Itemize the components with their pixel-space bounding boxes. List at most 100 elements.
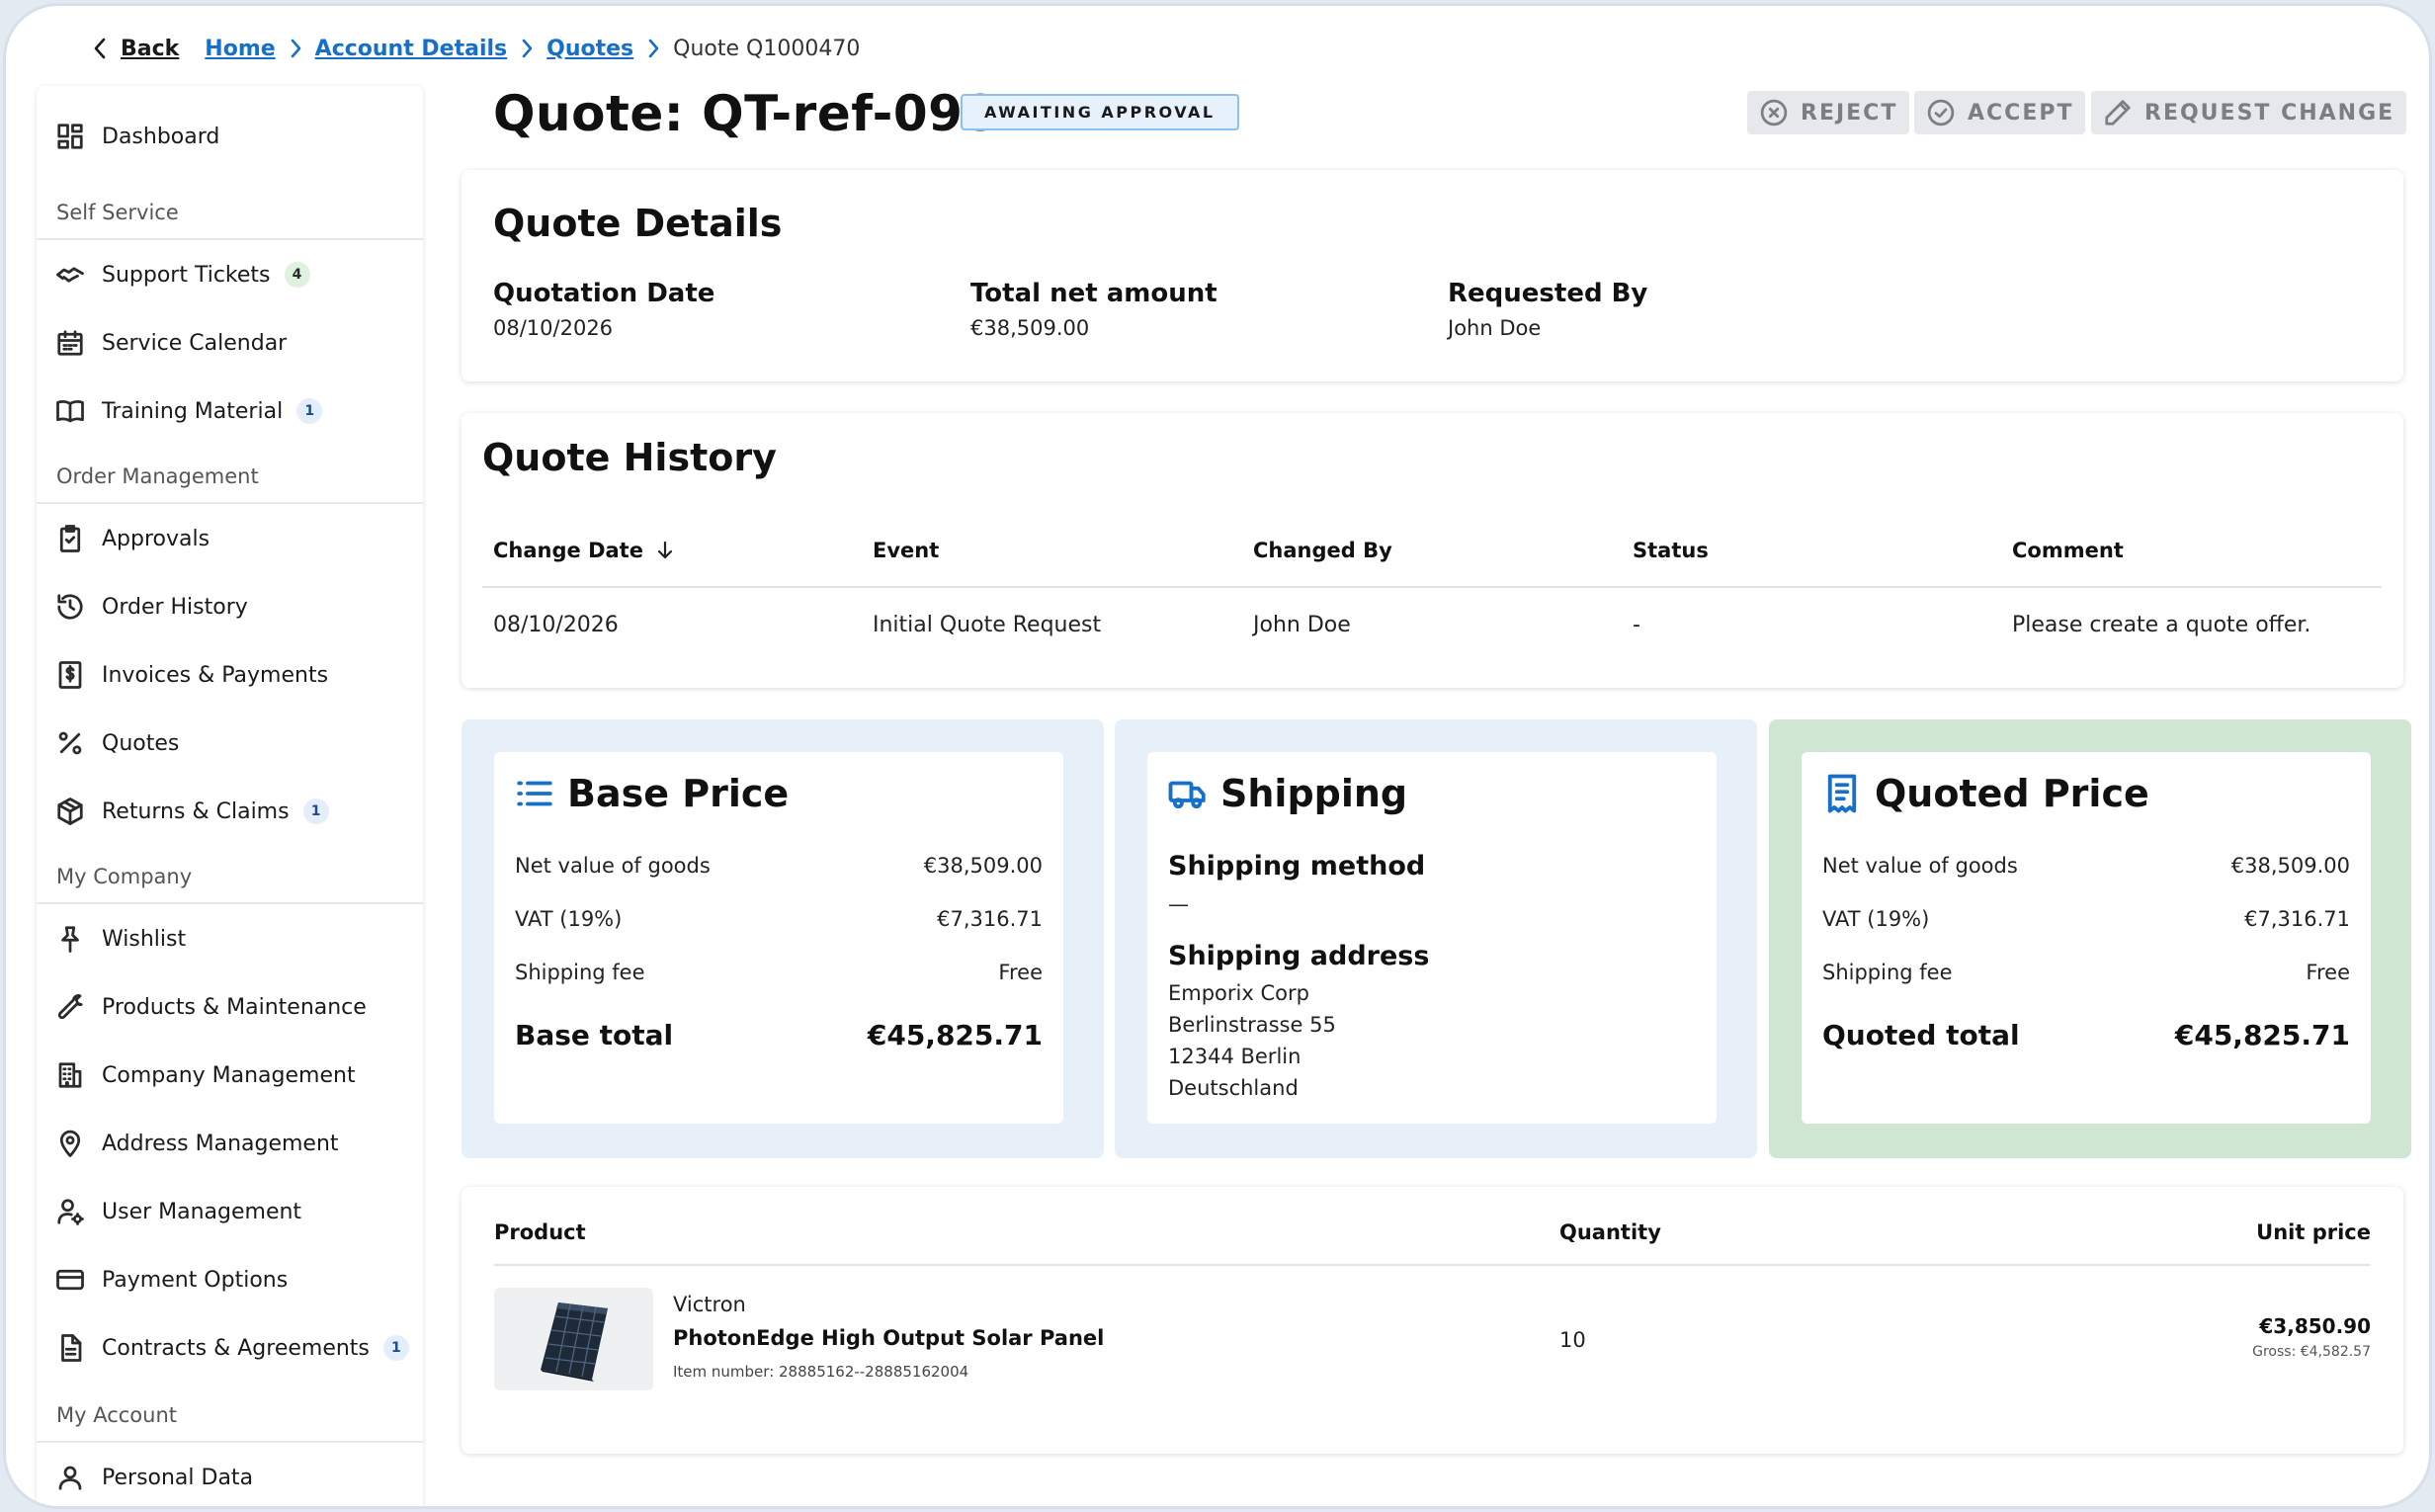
receipt-icon [1827,774,1857,813]
truck-icon [1168,781,1206,809]
credit-card-icon [54,1264,86,1296]
sidebar-item-label: Invoices & Payments [102,662,329,688]
percent-icon [54,727,86,759]
sidebar-item-quotes[interactable]: Quotes [37,715,423,771]
reject-button[interactable]: REJECT [1747,91,1910,134]
field-label: Requested By [1448,279,1648,308]
row-value: Free [998,961,1043,984]
heading-label: Quoted Price [1875,772,2149,815]
field-value: €38,509.00 [970,316,1090,340]
sidebar-item-products-maintenance[interactable]: Products & Maintenance [37,979,423,1035]
count-badge: 1 [302,798,329,824]
product-unit-price: €3,850.90 [2259,1314,2371,1338]
breadcrumb-home[interactable]: Home [205,37,275,61]
column-header-unit-price: Unit price [2256,1220,2371,1244]
sidebar-item-label: Training Material [102,398,284,424]
heading-label: Shipping [1220,772,1408,815]
cell-change-date: 08/10/2026 [493,613,619,637]
sidebar-item-label: Wishlist [102,926,187,952]
request-change-label: REQUEST CHANGE [2144,100,2395,126]
invoice-dollar-icon [54,659,86,691]
product-image[interactable] [494,1288,653,1390]
product-name[interactable]: PhotonEdge High Output Solar Panel [673,1326,1104,1350]
x-circle-icon [1760,99,1788,126]
heading-label: Base Price [567,772,790,815]
shipping-method-label: Shipping method [1168,851,1426,882]
chevron-right-icon [290,39,301,58]
sort-arrow-down-icon [657,541,673,559]
count-badge: 1 [382,1335,409,1361]
count-badge: 4 [284,262,310,288]
sidebar-item-returns-claims[interactable]: Returns & Claims 1 [37,784,423,839]
dashboard-icon [54,121,86,152]
sidebar-item-user-management[interactable]: User Management [37,1184,423,1239]
net-value-row: Net value of goods €38,509.00 [515,854,1043,878]
row-value: Free [2306,961,2350,984]
breadcrumb: Back Home Account Details Quotes Quote Q… [93,33,860,64]
row-label: Base total [515,1019,674,1051]
sidebar-item-label: Service Calendar [102,330,288,356]
shipping-method-value: — [1168,892,1189,916]
product-brand: Victron [673,1293,746,1316]
sidebar-item-label: Payment Options [102,1267,289,1293]
row-value: €45,825.71 [867,1019,1043,1051]
package-return-icon [54,796,86,827]
total-net-field: Total net amount €38,509.00 [970,279,1218,340]
quoted-price-card: Quoted Price Net value of goods €38,509.0… [1802,752,2371,1124]
sidebar-item-label: Dashboard [102,124,220,149]
map-pin-icon [54,1128,86,1159]
count-badge: 1 [296,398,323,424]
sidebar-item-invoices-payments[interactable]: Invoices & Payments [37,647,423,703]
sidebar-item-training-material[interactable]: Training Material 1 [37,383,423,439]
sidebar-item-personal-data[interactable]: Personal Data [37,1450,423,1505]
sidebar-item-dashboard[interactable]: Dashboard [37,109,423,164]
field-value: John Doe [1448,316,1542,340]
user-cog-icon [54,1196,86,1227]
base-price-card: Base Price Net value of goods €38,509.00 … [494,752,1063,1124]
request-change-button[interactable]: REQUEST CHANGE [2091,91,2407,134]
reject-label: REJECT [1801,100,1898,126]
sidebar-item-approvals[interactable]: Approvals [37,511,423,566]
table-divider [494,1264,2371,1266]
section-order-management: Order Management [37,461,423,504]
shipping-panel: Shipping Shipping method — Shipping addr… [1115,719,1757,1158]
sidebar-item-service-calendar[interactable]: Service Calendar [37,315,423,371]
sidebar-item-contracts-agreements[interactable]: Contracts & Agreements 1 [37,1320,423,1376]
cell-event: Initial Quote Request [873,613,1102,637]
address-line: Deutschland [1168,1076,1299,1100]
section-self-service: Self Service [37,197,423,240]
sidebar-item-address-management[interactable]: Address Management [37,1116,423,1171]
column-header-change-date[interactable]: Change Date [493,539,675,562]
book-open-icon [54,395,86,427]
shipping-address-label: Shipping address [1168,941,1430,971]
sidebar: Dashboard Self Service Support Tickets 4… [37,86,423,1506]
quote-history-heading: Quote History [482,436,777,479]
address-line: Emporix Corp [1168,981,1309,1005]
row-value: €38,509.00 [2230,854,2350,878]
base-price-heading: Base Price [514,772,789,815]
shipping-heading: Shipping [1167,772,1407,815]
sidebar-item-wishlist[interactable]: Wishlist [37,911,423,966]
sidebar-item-support-tickets[interactable]: Support Tickets 4 [37,247,423,302]
address-line: 12344 Berlin [1168,1045,1301,1068]
row-value: €45,825.71 [2174,1019,2350,1051]
sidebar-item-payment-options[interactable]: Payment Options [37,1252,423,1307]
history-icon [54,591,86,623]
row-label: VAT (19%) [1822,907,1930,931]
breadcrumb-current: Quote Q1000470 [673,36,861,61]
breadcrumb-account-details[interactable]: Account Details [315,37,507,61]
field-label: Total net amount [970,279,1218,308]
chevron-left-icon [94,38,106,59]
app-window: Back Home Account Details Quotes Quote Q… [3,3,2432,1509]
sidebar-item-label: Personal Data [102,1465,254,1490]
sidebar-item-order-history[interactable]: Order History [37,579,423,634]
breadcrumb-quotes[interactable]: Quotes [546,37,633,61]
row-label: Shipping fee [515,961,645,984]
accept-button[interactable]: ACCEPT [1914,91,2086,134]
cell-status: - [1633,613,1640,637]
sidebar-item-label: Address Management [102,1131,339,1156]
back-link[interactable]: Back [93,37,179,61]
wrench-icon [54,991,86,1023]
sidebar-item-company-management[interactable]: Company Management [37,1048,423,1103]
products-card [462,1187,2403,1454]
